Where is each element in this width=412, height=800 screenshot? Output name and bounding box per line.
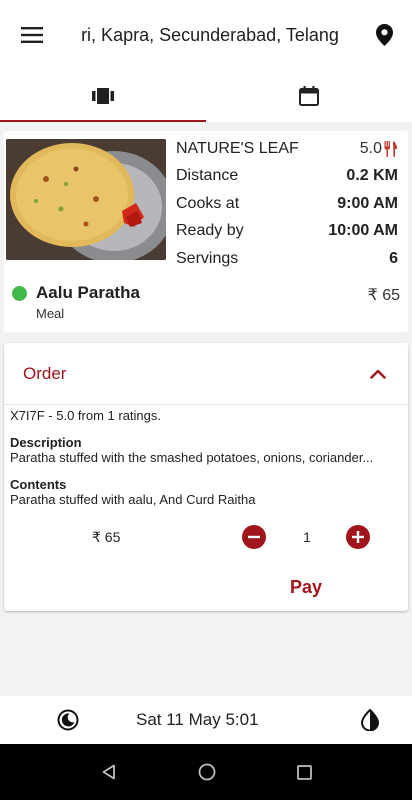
dish-summary: Aalu Paratha Meal ₹ 65 — [12, 283, 400, 321]
fork-knife-icon — [384, 140, 397, 157]
location-button[interactable] — [356, 0, 412, 70]
contents-label: Contents — [10, 477, 67, 492]
night-mode-icon[interactable] — [57, 709, 79, 731]
film-strip-icon — [92, 88, 114, 104]
ready-by-label: Ready by — [176, 222, 244, 240]
dish-type: Meal — [36, 306, 65, 321]
calendar-icon — [299, 86, 319, 106]
system-navigation-bar — [0, 744, 412, 800]
app-bar: ri, Kapra, Secunderabad, Telang — [0, 0, 412, 70]
description-label: Description — [10, 435, 82, 450]
servings-row: Servings 6 — [176, 245, 398, 273]
dish-price: ₹ 65 — [367, 287, 400, 304]
tab-dishes[interactable] — [0, 70, 206, 122]
ready-by-value: 10:00 AM — [328, 222, 398, 240]
order-card: Order X7I7F - 5.0 from 1 ratings. Descri… — [4, 343, 408, 611]
distance-value: 0.2 KM — [346, 167, 398, 185]
quantity-stepper: ₹ 65 1 — [4, 523, 408, 553]
chevron-up-icon[interactable] — [370, 369, 386, 379]
distance-row: Distance 0.2 KM — [176, 163, 398, 191]
kitchen-name: NATURE'S LEAF — [176, 139, 299, 157]
recents-icon[interactable] — [296, 764, 312, 780]
order-title: Order — [23, 363, 67, 383]
home-icon[interactable] — [198, 763, 216, 781]
contents-text: Paratha stuffed with aalu, And Curd Rait… — [10, 492, 256, 507]
quantity-value: 1 — [303, 529, 311, 545]
order-ratings: X7I7F - 5.0 from 1 ratings. — [10, 408, 162, 423]
cooks-at-value: 9:00 AM — [337, 194, 398, 212]
location-pin-icon — [375, 24, 393, 46]
location-text[interactable]: ri, Kapra, Secunderabad, Telang — [64, 25, 356, 46]
order-price: ₹ 65 — [92, 529, 121, 545]
dish-name-row: Aalu Paratha — [12, 283, 400, 303]
order-header[interactable]: Order — [4, 343, 408, 405]
decrease-quantity-button[interactable] — [242, 525, 266, 549]
menu-button[interactable] — [0, 0, 64, 70]
kitchen-row: NATURE'S LEAF 5.0 — [176, 135, 398, 163]
contrast-icon[interactable] — [360, 709, 380, 731]
veg-indicator-icon — [12, 285, 27, 301]
cooks-at-label: Cooks at — [176, 194, 240, 212]
description-text: Paratha stuffed with the smashed potatoe… — [10, 450, 374, 465]
distance-label: Distance — [176, 167, 239, 185]
servings-label: Servings — [176, 249, 239, 267]
tab-bar — [0, 70, 412, 122]
date-time: Sat 11 May 5:01 — [136, 710, 259, 729]
pay-button[interactable]: Pay — [290, 577, 322, 598]
kitchen-rating: 5.0 — [360, 140, 398, 158]
dish-name: Aalu Paratha — [36, 283, 140, 302]
rating-value: 5.0 — [359, 139, 382, 157]
order-details: X7I7F - 5.0 from 1 ratings. Description … — [10, 406, 402, 507]
back-icon[interactable] — [101, 764, 117, 780]
tab-calendar[interactable] — [206, 70, 412, 122]
dish-info: NATURE'S LEAF 5.0 Distance 0.2 KM Cooks … — [176, 135, 398, 273]
cooks-at-row: Cooks at 9:00 AM — [176, 190, 398, 218]
servings-value: 6 — [389, 249, 398, 267]
bottom-status-bar: Sat 11 May 5:01 — [0, 696, 412, 744]
dish-card[interactable]: NATURE'S LEAF 5.0 Distance 0.2 KM Cooks … — [4, 131, 408, 332]
dish-photo — [6, 139, 166, 260]
increase-quantity-button[interactable] — [346, 525, 370, 549]
hamburger-menu-icon — [21, 27, 43, 43]
ready-by-row: Ready by 10:00 AM — [176, 218, 398, 246]
